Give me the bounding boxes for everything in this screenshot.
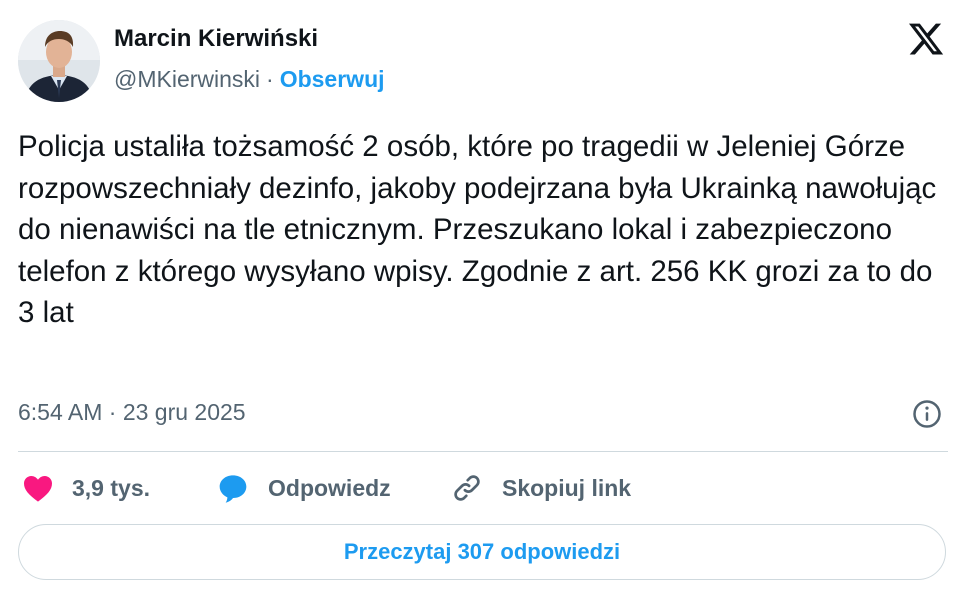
tweet-embed: Marcin Kierwiński @MKierwinski · Obserwu…: [0, 0, 972, 604]
like-count: 3,9 tys.: [72, 474, 150, 501]
handle-separator: ·: [266, 66, 274, 92]
heart-icon: [24, 476, 52, 502]
person-photo-icon: [18, 20, 100, 102]
reply-button[interactable]: Odpowiedz: [216, 470, 391, 506]
tweet-timestamp[interactable]: 6:54 AM · 23 gru 2025: [18, 399, 246, 426]
reply-label: Odpowiedz: [268, 474, 391, 501]
copy-link-label: Skopiuj link: [502, 474, 632, 501]
speech-bubble-icon: [219, 475, 247, 503]
link-icon: [454, 475, 480, 501]
author-name[interactable]: Marcin Kierwiński: [114, 25, 318, 53]
follow-button[interactable]: Obserwuj: [280, 66, 385, 93]
info-icon[interactable]: [912, 399, 942, 429]
divider: [18, 451, 948, 452]
tweet-text: Policja ustaliła tożsamość 2 osób, które…: [18, 130, 937, 329]
read-replies-button[interactable]: Przeczytaj 307 odpowiedzi: [18, 524, 946, 580]
author-handle-row: @MKierwinski · Obserwuj: [114, 66, 385, 93]
copy-link-button[interactable]: Skopiuj link: [450, 470, 631, 506]
like-button[interactable]: 3,9 tys.: [22, 470, 150, 506]
x-logo-icon[interactable]: [906, 20, 946, 58]
author-avatar[interactable]: [18, 20, 100, 102]
author-handle[interactable]: @MKierwinski: [114, 66, 260, 93]
